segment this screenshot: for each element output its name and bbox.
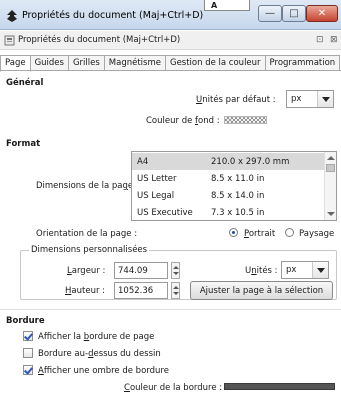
custom-units-value: px: [286, 265, 297, 275]
document-properties-icon: [4, 35, 15, 46]
window-titlebar: Propriétés du document (Maj+Ctrl+D) A — …: [0, 0, 341, 30]
tab-bar: Page Guides Grilles Magnétisme Gestion d…: [0, 55, 341, 72]
show-border-checkbox[interactable]: [23, 331, 33, 341]
landscape-label[interactable]: Paysage: [299, 229, 334, 239]
scroll-down-arrow-icon[interactable]: [327, 212, 335, 216]
background-color-swatch[interactable]: [224, 116, 267, 124]
orientation-label: Orientation de la page :: [36, 229, 138, 239]
scrollbar-thumb[interactable]: [326, 164, 335, 172]
border-on-top-checkbox[interactable]: [23, 348, 33, 358]
height-label: Hauteur :: [65, 286, 106, 296]
custom-units-select[interactable]: px: [281, 261, 329, 279]
tab-color-management[interactable]: Gestion de la couleur: [165, 55, 266, 71]
scroll-up-arrow-icon[interactable]: [327, 156, 335, 160]
page-size-label: Dimensions de la page :: [36, 181, 139, 191]
page-size-list[interactable]: A4 210.0 x 297.0 mm US Letter 8.5 x 11.0…: [131, 151, 337, 221]
custom-units-label: Unités :: [245, 266, 278, 276]
inkscape-app-icon: [7, 10, 17, 22]
portrait-label[interactable]: Portrait: [244, 229, 275, 239]
close-button[interactable]: ✕: [306, 5, 338, 22]
width-label: Largeur :: [67, 266, 106, 276]
fit-page-to-selection-button[interactable]: Ajuster la page à la sélection: [190, 281, 333, 300]
list-item[interactable]: US Letter 8.5 x 11.0 in: [132, 170, 324, 187]
width-spinner[interactable]: [171, 262, 180, 279]
default-units-value: px: [291, 94, 302, 104]
dock-detach-icon[interactable]: ⊡: [316, 35, 324, 45]
border-color-swatch[interactable]: [224, 383, 335, 390]
background-color-label: Couleur de fond :: [146, 116, 220, 126]
show-shadow-checkbox[interactable]: [23, 365, 33, 375]
show-shadow-label[interactable]: Afficher une ombre de bordure: [38, 366, 169, 376]
tab-snapping[interactable]: Magnétisme: [104, 55, 166, 71]
tab-divider: [0, 70, 341, 71]
list-item[interactable]: US Legal 8.5 x 14.0 in: [132, 187, 324, 204]
list-item[interactable]: US Executive 7.3 x 10.5 in: [132, 204, 324, 220]
default-units-label: Unités par défaut :: [196, 95, 276, 105]
tab-grids[interactable]: Grilles: [68, 55, 105, 71]
list-item[interactable]: A4 210.0 x 297.0 mm: [132, 153, 324, 170]
section-format-heading: Format: [6, 139, 41, 149]
width-input[interactable]: 744.09: [114, 262, 168, 279]
dialog-dock-header: Propriétés du document (Maj+Ctrl+D) ⊡ ⊠: [0, 31, 341, 50]
border-color-label: Couleur de la bordure :: [124, 383, 223, 393]
tab-scripting[interactable]: Programmation: [265, 55, 341, 71]
minimize-button[interactable]: —: [258, 5, 282, 22]
maximize-button[interactable]: □: [282, 5, 306, 22]
height-spinner[interactable]: [171, 282, 180, 299]
custom-size-legend: Dimensions personnalisées: [29, 245, 150, 255]
page-size-scrollbar[interactable]: [324, 152, 336, 220]
background-window-tab: A: [204, 0, 250, 11]
height-input[interactable]: 1052.36: [114, 282, 168, 299]
border-on-top-label[interactable]: Bordure au-dessus du dessin: [38, 349, 161, 359]
show-border-label[interactable]: Afficher la bordure de page: [38, 332, 154, 342]
portrait-radio[interactable]: [229, 228, 238, 237]
default-units-select[interactable]: px: [286, 90, 334, 108]
dock-close-icon[interactable]: ⊠: [330, 35, 338, 45]
window-title: Propriétés du document (Maj+Ctrl+D): [22, 10, 204, 21]
section-general-heading: Général: [6, 78, 44, 88]
landscape-radio[interactable]: [285, 228, 294, 237]
dock-title: Propriétés du document (Maj+Ctrl+D): [18, 35, 181, 45]
chevron-down-icon: [312, 262, 328, 278]
section-border-heading: Bordure: [6, 316, 45, 326]
chevron-down-icon: [317, 91, 333, 107]
tab-guides[interactable]: Guides: [30, 55, 69, 71]
section-divider: [0, 309, 341, 310]
